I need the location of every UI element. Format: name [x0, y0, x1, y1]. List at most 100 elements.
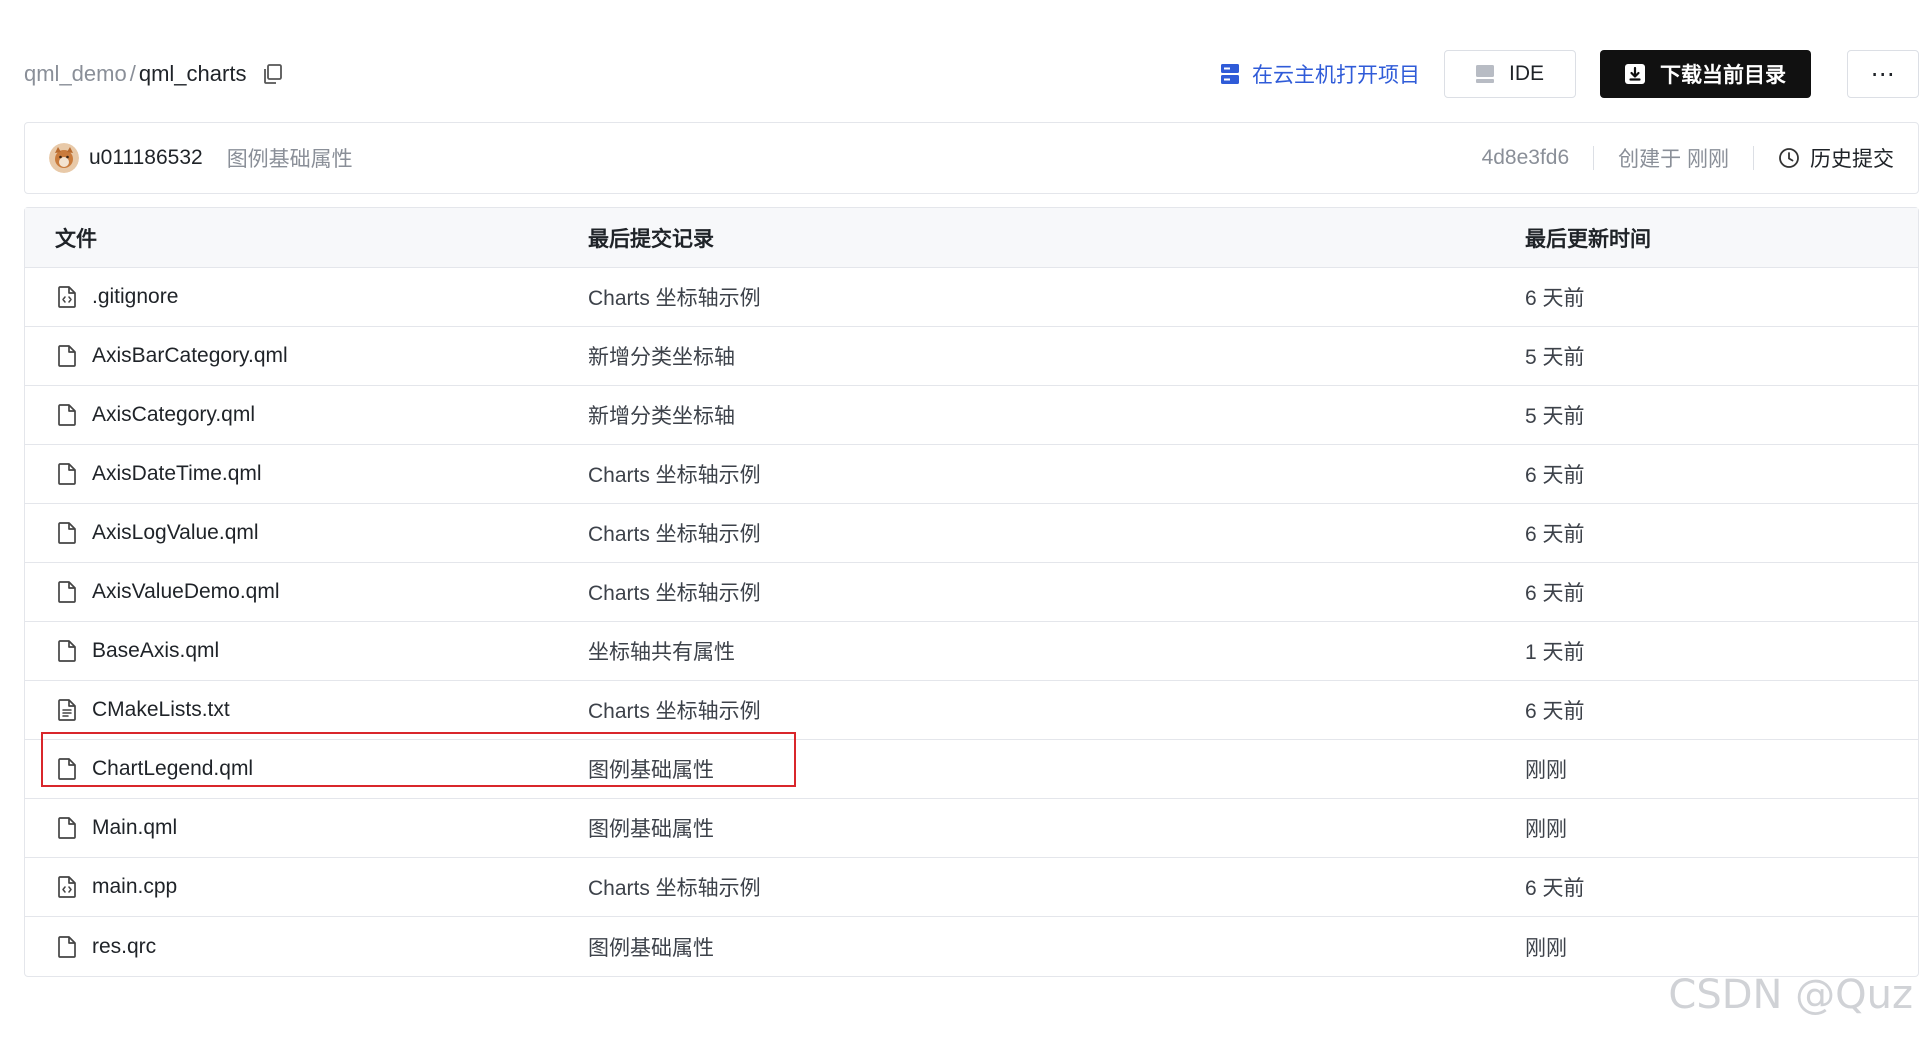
updated-time: 1 天前: [1525, 641, 1585, 664]
commit-message-link[interactable]: Charts 坐标轴示例: [588, 582, 761, 605]
commit-cell: Charts 坐标轴示例: [588, 872, 1525, 902]
table-body: .gitignore Charts 坐标轴示例 6 天前 AxisBarCategor…: [25, 268, 1918, 976]
table-row[interactable]: Main.qml 图例基础属性 刚刚: [25, 799, 1918, 858]
time-cell: 6 天前: [1525, 518, 1918, 548]
commit-cell: Charts 坐标轴示例: [588, 695, 1525, 725]
table-row[interactable]: AxisValueDemo.qml Charts 坐标轴示例 6 天前: [25, 563, 1918, 622]
commit-author[interactable]: u011186532: [89, 146, 203, 170]
text-file-icon: [56, 698, 78, 722]
history-commits-button[interactable]: 历史提交: [1778, 143, 1918, 173]
file-icon: [56, 403, 78, 427]
file-cell: Main.qml: [25, 816, 588, 840]
updated-time: 6 天前: [1525, 582, 1585, 605]
file-icon: [56, 521, 78, 545]
file-cell: main.cpp: [25, 875, 588, 899]
table-row[interactable]: AxisBarCategory.qml 新增分类坐标轴 5 天前: [25, 327, 1918, 386]
download-label: 下载当前目录: [1660, 64, 1786, 87]
breadcrumb: qml_demo / qml_charts: [24, 61, 284, 87]
file-icon: [56, 344, 78, 368]
time-cell: 6 天前: [1525, 282, 1918, 312]
repo-header: qml_demo / qml_charts 在云主机打开项目 IDE 下载当前目…: [24, 50, 1919, 98]
file-icon: [56, 935, 78, 959]
table-row[interactable]: CMakeLists.txt Charts 坐标轴示例 6 天前: [25, 681, 1918, 740]
file-name-link[interactable]: BaseAxis.qml: [92, 639, 219, 663]
table-row[interactable]: AxisCategory.qml 新增分类坐标轴 5 天前: [25, 386, 1918, 445]
file-table: 文件 最后提交记录 最后更新时间 .gitignore Charts 坐标轴示例 6…: [24, 207, 1919, 977]
commit-cell: Charts 坐标轴示例: [588, 282, 1525, 312]
commit-cell: 图例基础属性: [588, 754, 1525, 784]
table-row[interactable]: BaseAxis.qml 坐标轴共有属性 1 天前: [25, 622, 1918, 681]
file-name-link[interactable]: ChartLegend.qml: [92, 757, 253, 781]
header-actions: 在云主机打开项目 IDE 下载当前目录 ⋯: [1220, 50, 1919, 98]
table-row[interactable]: .gitignore Charts 坐标轴示例 6 天前: [25, 268, 1918, 327]
file-name-link[interactable]: res.qrc: [92, 935, 156, 959]
commit-message-link[interactable]: 图例基础属性: [588, 818, 714, 841]
updated-time: 6 天前: [1525, 287, 1585, 310]
file-name-link[interactable]: AxisValueDemo.qml: [92, 580, 280, 604]
commit-message-link[interactable]: Charts 坐标轴示例: [588, 700, 761, 723]
more-options-button[interactable]: ⋯: [1847, 50, 1919, 98]
time-cell: 刚刚: [1525, 932, 1918, 962]
commit-message-link[interactable]: Charts 坐标轴示例: [588, 464, 761, 487]
copy-icon[interactable]: [262, 63, 284, 85]
code-file-icon: [56, 875, 78, 899]
time-cell: 1 天前: [1525, 636, 1918, 666]
code-file-icon: [56, 285, 78, 309]
updated-time: 刚刚: [1525, 759, 1567, 782]
commit-message[interactable]: 图例基础属性: [227, 143, 353, 173]
commit-message-link[interactable]: 图例基础属性: [588, 937, 714, 960]
file-name-link[interactable]: CMakeLists.txt: [92, 698, 230, 722]
table-row[interactable]: AxisLogValue.qml Charts 坐标轴示例 6 天前: [25, 504, 1918, 563]
time-cell: 6 天前: [1525, 695, 1918, 725]
table-row[interactable]: main.cpp Charts 坐标轴示例 6 天前: [25, 858, 1918, 917]
commit-cell: Charts 坐标轴示例: [588, 577, 1525, 607]
divider: [1593, 146, 1595, 170]
file-icon: [56, 757, 78, 781]
watermark: CSDN @Quz: [1668, 972, 1913, 1018]
updated-time: 6 天前: [1525, 700, 1585, 723]
breadcrumb-parent[interactable]: qml_demo: [24, 61, 127, 87]
time-cell: 5 天前: [1525, 400, 1918, 430]
file-cell: AxisBarCategory.qml: [25, 344, 588, 368]
ide-button[interactable]: IDE: [1444, 50, 1576, 98]
breadcrumb-separator: /: [129, 61, 136, 86]
table-row[interactable]: res.qrc 图例基础属性 刚刚: [25, 917, 1918, 976]
commit-message-link[interactable]: Charts 坐标轴示例: [588, 287, 761, 310]
file-name-link[interactable]: .gitignore: [92, 285, 178, 309]
time-cell: 6 天前: [1525, 577, 1918, 607]
file-cell: BaseAxis.qml: [25, 639, 588, 663]
commit-meta: 4d8e3fd6 创建于 刚刚 历史提交: [1482, 143, 1918, 173]
file-cell: CMakeLists.txt: [25, 698, 588, 722]
commit-hash[interactable]: 4d8e3fd6: [1482, 146, 1570, 170]
commit-message-link[interactable]: Charts 坐标轴示例: [588, 523, 761, 546]
commit-message-link[interactable]: 图例基础属性: [588, 759, 714, 782]
file-name-link[interactable]: main.cpp: [92, 875, 177, 899]
file-name-link[interactable]: AxisLogValue.qml: [92, 521, 259, 545]
updated-time: 刚刚: [1525, 936, 1567, 960]
divider: [1753, 146, 1754, 170]
updated-time: 6 天前: [1525, 523, 1585, 546]
file-name-link[interactable]: AxisBarCategory.qml: [92, 344, 288, 368]
open-in-cloud-button[interactable]: 在云主机打开项目: [1220, 59, 1420, 89]
time-cell: 6 天前: [1525, 872, 1918, 902]
file-cell: AxisLogValue.qml: [25, 521, 588, 545]
commit-message-link[interactable]: 新增分类坐标轴: [588, 405, 735, 428]
table-row[interactable]: AxisDateTime.qml Charts 坐标轴示例 6 天前: [25, 445, 1918, 504]
download-directory-button[interactable]: 下载当前目录: [1600, 50, 1811, 98]
file-cell: .gitignore: [25, 285, 588, 309]
updated-time: 6 天前: [1525, 877, 1585, 900]
file-icon: [56, 639, 78, 663]
cloud-host-icon: [1221, 64, 1239, 84]
table-header: 文件 最后提交记录 最后更新时间: [25, 208, 1918, 268]
commit-message-link[interactable]: 新增分类坐标轴: [588, 346, 735, 369]
table-row[interactable]: ChartLegend.qml 图例基础属性 刚刚: [25, 740, 1918, 799]
file-name-link[interactable]: Main.qml: [92, 816, 177, 840]
avatar[interactable]: [49, 143, 79, 173]
latest-commit-bar: u011186532 图例基础属性 4d8e3fd6 创建于 刚刚 历史提交: [24, 122, 1919, 194]
commit-message-link[interactable]: Charts 坐标轴示例: [588, 877, 761, 900]
commit-message-link[interactable]: 坐标轴共有属性: [588, 641, 735, 664]
file-name-link[interactable]: AxisCategory.qml: [92, 403, 255, 427]
commit-cell: 图例基础属性: [588, 813, 1525, 843]
file-name-link[interactable]: AxisDateTime.qml: [92, 462, 262, 486]
commit-cell: 新增分类坐标轴: [588, 341, 1525, 371]
